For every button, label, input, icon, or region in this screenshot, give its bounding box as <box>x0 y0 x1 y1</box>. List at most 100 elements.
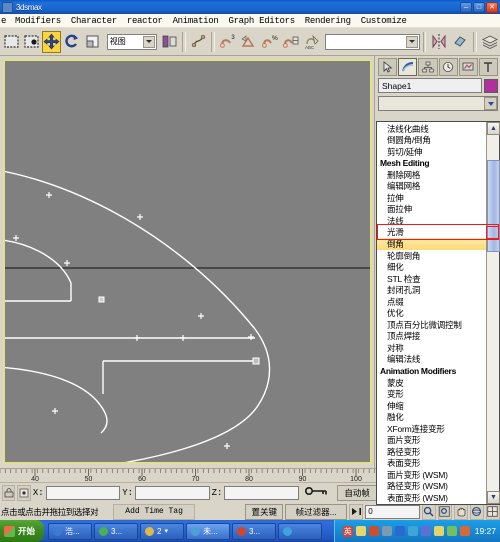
scrollbar-thumb[interactable] <box>487 160 500 252</box>
modifier-list-item[interactable]: 融化 <box>377 412 486 424</box>
select-and-link-button[interactable] <box>188 30 208 53</box>
modifier-list-item[interactable]: 细化 <box>377 262 486 274</box>
taskbar-item-6[interactable] <box>278 522 322 540</box>
coord-y-field[interactable] <box>135 485 210 500</box>
taskbar-item-5[interactable]: 3... <box>232 522 276 540</box>
modifier-list-item[interactable]: 拉伸 <box>377 192 486 204</box>
object-color-swatch[interactable] <box>484 78 498 93</box>
modifier-list-item[interactable]: 对称 <box>377 342 486 354</box>
taskbar-group-chevron-icon[interactable]: ▾ <box>164 527 168 535</box>
moon-icon[interactable] <box>355 526 366 536</box>
modifier-list-item[interactable]: 点缀 <box>377 296 486 308</box>
modifier-list-item[interactable]: 法线化曲线 <box>377 123 486 135</box>
layer-manager-button[interactable] <box>480 30 500 53</box>
modifier-list-item[interactable]: 删除网格 <box>377 169 486 181</box>
go-to-end-button[interactable] <box>349 503 364 520</box>
modifier-list-item[interactable]: 轮廓倒角 <box>377 250 486 262</box>
percent-snap-button[interactable]: % <box>259 30 280 53</box>
scroll-down-button[interactable]: ▼ <box>487 491 500 504</box>
modifier-list-item[interactable]: 优化 <box>377 308 486 320</box>
selection-lock-toggle[interactable] <box>17 484 31 501</box>
net-icon[interactable] <box>420 526 431 536</box>
chevron-down-icon[interactable] <box>405 35 418 48</box>
chevron-down-icon[interactable] <box>484 97 497 110</box>
menu-item-graph-editors[interactable]: Graph Editors <box>223 16 299 26</box>
modifier-list-scrollbar[interactable]: ▲ ▼ <box>486 122 500 504</box>
reference-coordinate-combo[interactable]: 视图 <box>106 33 157 50</box>
key-mode-icon[interactable] <box>304 484 329 502</box>
start-button[interactable]: 开始 <box>0 520 44 542</box>
modifier-list-item[interactable]: 光滑 <box>377 227 486 239</box>
menu-item-file[interactable]: e <box>0 16 10 26</box>
app-icon-2[interactable] <box>381 526 392 536</box>
modifier-list-item[interactable]: XForm连接变形 <box>377 423 486 435</box>
chevron-down-icon[interactable] <box>142 35 155 48</box>
update-icon[interactable] <box>459 526 470 536</box>
select-and-move-button[interactable] <box>42 30 62 53</box>
taskbar-item-3[interactable]: 2 ▾ <box>140 522 184 540</box>
perspective-viewport[interactable] <box>3 59 372 464</box>
ime-icon[interactable]: 英 <box>342 525 353 537</box>
shield-icon[interactable] <box>407 526 418 536</box>
snap-toggle-button[interactable]: 3 <box>217 30 238 53</box>
modifier-list-item[interactable]: 顶点焊接 <box>377 331 486 343</box>
modifier-list-item[interactable]: 编辑网格 <box>377 181 486 193</box>
modifier-list-item[interactable]: 编辑法线 <box>377 354 486 366</box>
menu-item-animation[interactable]: Animation <box>168 16 224 26</box>
modifier-list-item[interactable]: 伸缩 <box>377 400 486 412</box>
menu-item-rendering[interactable]: Rendering <box>300 16 356 26</box>
minimize-button[interactable]: – <box>460 1 472 13</box>
select-and-scale-button[interactable] <box>82 30 102 53</box>
named-selection-field[interactable] <box>324 33 420 50</box>
mirror-button[interactable] <box>429 30 450 53</box>
taskbar-item-1[interactable]: 浩... <box>48 522 92 540</box>
modifier-list-combo[interactable] <box>378 96 498 111</box>
select-object-button[interactable] <box>2 30 22 53</box>
close-button[interactable]: ✕ <box>486 1 498 13</box>
tab-motion[interactable] <box>438 58 458 76</box>
use-pivot-center-button[interactable] <box>159 30 180 53</box>
zoom-button[interactable] <box>421 503 436 520</box>
arc-rotate-button[interactable] <box>469 503 484 520</box>
modifier-list-item[interactable]: 法线 <box>377 215 486 227</box>
pan-button[interactable] <box>453 503 468 520</box>
modifier-list-item[interactable]: 倒角 <box>377 238 486 251</box>
modifier-list-item[interactable]: 倒圆角/倒角 <box>377 135 486 147</box>
align-button[interactable] <box>450 30 471 53</box>
menu-item-customize[interactable]: Customize <box>356 16 412 26</box>
modifier-list-item[interactable]: 面片变形 (WSM) <box>377 469 486 481</box>
modifier-list-item[interactable]: 剪切/延伸 <box>377 146 486 158</box>
key-filters-button[interactable]: 帧过滤器... <box>285 503 348 520</box>
shape-selected-vertex-1[interactable] <box>98 296 105 303</box>
modifier-list-item[interactable]: 表面变形 <box>377 458 486 470</box>
volume-icon[interactable] <box>433 526 444 536</box>
help-icon[interactable] <box>394 526 405 536</box>
taskbar-item-2[interactable]: 3... <box>94 522 138 540</box>
modifier-list-item[interactable]: 路径变形 <box>377 446 486 458</box>
zoom-all-button[interactable] <box>437 503 452 520</box>
current-frame-field[interactable]: 0 <box>365 504 420 519</box>
scroll-up-button[interactable]: ▲ <box>487 122 500 135</box>
modifier-list-item[interactable]: STL 检查 <box>377 273 486 285</box>
maximize-button[interactable]: □ <box>473 1 485 13</box>
modifier-list-item[interactable]: 顶点百分比微调控制 <box>377 319 486 331</box>
modifier-dropdown-list[interactable]: 法线化曲线 倒圆角/倒角 剪切/延伸 Mesh Editing 删除网格 编辑网格 拉伸 面拉… <box>376 121 500 505</box>
modifier-list-item[interactable]: 封闭孔洞 <box>377 285 486 297</box>
modifier-list-item[interactable]: 变形 <box>377 389 486 401</box>
select-and-rotate-button[interactable] <box>62 30 82 53</box>
taskbar-item-4[interactable]: 未... <box>186 522 230 540</box>
object-name-field[interactable]: Shape1 <box>378 78 482 93</box>
sync-icon[interactable] <box>446 526 457 536</box>
set-key-button[interactable]: 置关键 <box>245 503 284 520</box>
shape-selected-vertex-2[interactable] <box>252 357 260 365</box>
spinner-snap-button[interactable] <box>280 30 301 53</box>
modifier-list-item[interactable]: 路径变形 (WSM) <box>377 481 486 493</box>
tab-display[interactable] <box>458 58 478 76</box>
menu-item-modifiers[interactable]: Modifiers <box>10 16 66 26</box>
modifier-list-item[interactable]: 蒙皮 <box>377 377 486 389</box>
angle-snap-button[interactable] <box>238 30 259 53</box>
modifier-list-item[interactable]: 面拉伸 <box>377 204 486 216</box>
auto-key-button[interactable]: 自动帧 <box>336 484 378 501</box>
app-icon-1[interactable] <box>368 526 379 536</box>
tab-utilities[interactable] <box>478 58 499 76</box>
